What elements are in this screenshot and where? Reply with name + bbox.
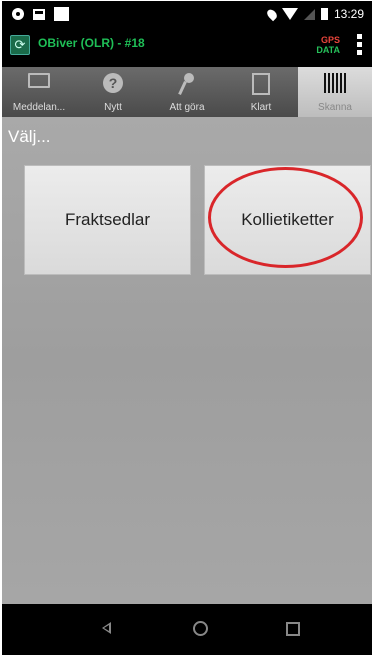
- page-title: Välj...: [8, 127, 51, 146]
- refresh-icon[interactable]: ⟳: [10, 35, 30, 55]
- fraktsedlar-button[interactable]: Fraktsedlar: [24, 165, 191, 275]
- tab-skanna[interactable]: Skanna: [298, 67, 372, 117]
- tab-label: Att göra: [169, 102, 205, 113]
- tab-label: Skanna: [318, 102, 352, 113]
- tab-att-gora[interactable]: Att göra: [150, 67, 224, 117]
- navigation-bar: [2, 604, 372, 655]
- settings-icon: [12, 8, 24, 20]
- question-icon: ?: [103, 73, 123, 93]
- tab-label: Meddelan...: [12, 102, 66, 113]
- status-left: [12, 6, 69, 22]
- app-title: OBiver (OLR) - #18: [38, 36, 145, 50]
- envelope-icon: [28, 73, 50, 88]
- recents-icon[interactable]: [286, 622, 300, 636]
- main-content: Välj... Fraktsedlar Kollietiketter: [2, 117, 372, 604]
- barcode-icon: [324, 73, 346, 93]
- notification-icon: [33, 8, 45, 20]
- tab-klart[interactable]: Klart: [224, 67, 298, 117]
- overflow-menu-icon[interactable]: [357, 34, 362, 55]
- status-right: 13:29: [265, 5, 364, 23]
- status-time: 13:29: [333, 7, 364, 21]
- gps-label: GPS: [320, 35, 340, 45]
- home-icon[interactable]: [193, 621, 208, 636]
- phone-screen: 13:29 ⟳ OBiver (OLR) - #18 GPS DATA Medd…: [2, 1, 372, 655]
- location-icon: [265, 7, 279, 21]
- signal-icon: [303, 8, 315, 20]
- notification-icon: [54, 7, 69, 21]
- tab-nytt[interactable]: ? Nytt: [76, 67, 150, 117]
- tab-label: Nytt: [104, 102, 122, 113]
- tab-label: Klart: [250, 102, 272, 113]
- kollietiketter-button[interactable]: Kollietiketter: [204, 165, 371, 275]
- clipboard-check-icon: [252, 73, 270, 95]
- battery-icon: [320, 8, 328, 20]
- app-header: ⟳ OBiver (OLR) - #18 GPS DATA: [2, 27, 372, 67]
- pin-icon: [180, 73, 194, 95]
- back-icon[interactable]: [102, 622, 111, 634]
- status-bar: 13:29: [2, 1, 372, 27]
- tab-bar: Meddelan... ? Nytt Att göra Klart Skanna: [2, 67, 372, 117]
- wifi-icon: [281, 8, 298, 20]
- tab-meddelanden[interactable]: Meddelan...: [2, 67, 76, 117]
- gps-status: GPS DATA: [316, 35, 340, 55]
- data-label: DATA: [316, 45, 340, 55]
